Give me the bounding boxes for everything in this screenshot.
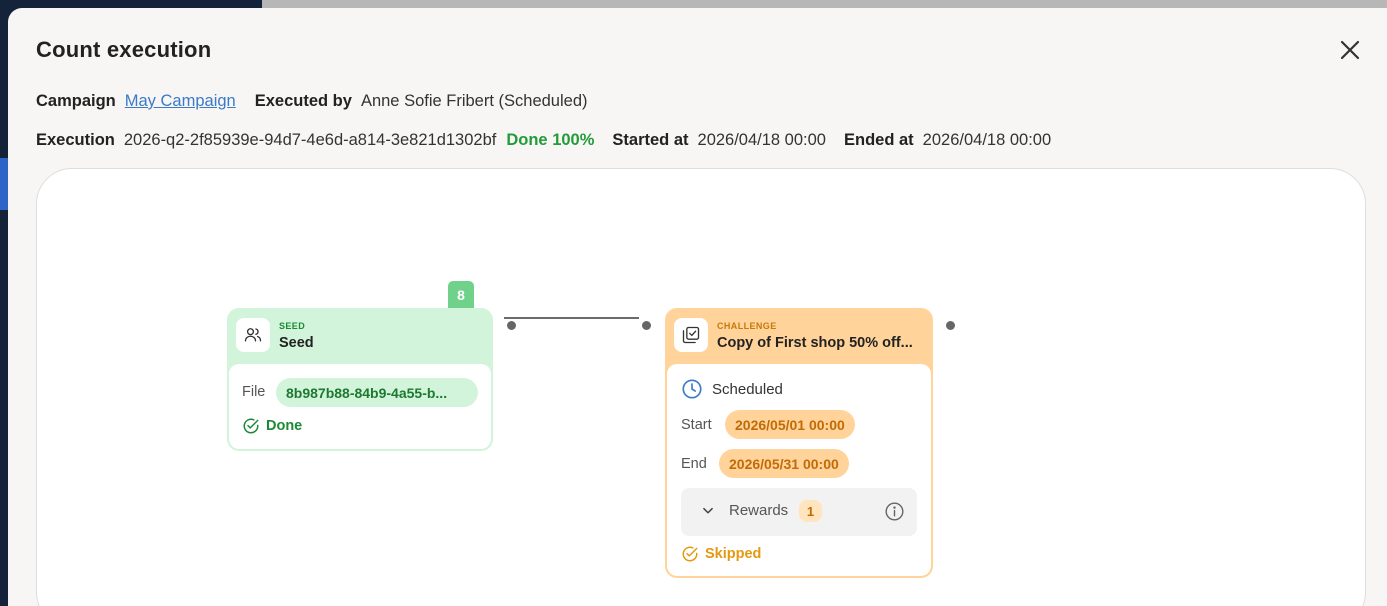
challenge-node-body: Scheduled Start 2026/05/01 00:00 End 202…: [667, 364, 931, 576]
end-label: End: [681, 456, 707, 472]
seed-node-kind: SEED: [279, 321, 306, 331]
started-at-label: Started at: [612, 131, 689, 149]
executed-by-label: Executed by: [254, 92, 352, 110]
schedule-label: Scheduled: [712, 380, 783, 398]
file-label: File: [242, 384, 266, 400]
seed-node-body: File 8b987b88-84b9-4a55-b... Done: [229, 364, 491, 449]
close-icon: [1340, 40, 1360, 60]
check-circle-icon: [243, 418, 259, 434]
seed-node[interactable]: SEED Seed File 8b987b88-84b9-4a55-b... D…: [227, 308, 493, 451]
modal-title: Count execution: [36, 37, 212, 62]
executed-by-value: Anne Sofie Fribert (Scheduled): [360, 92, 588, 110]
chevron-down-icon: [703, 507, 713, 514]
end-value-pill: 2026/05/31 00:00: [719, 449, 849, 478]
challenge-output-handle[interactable]: [946, 321, 955, 330]
checklist-icon: [674, 318, 708, 352]
start-label: Start: [681, 417, 712, 433]
schedule-row: Scheduled: [681, 378, 783, 400]
challenge-node-kind: CHALLENGE: [717, 321, 777, 331]
campaign-label: Campaign: [36, 92, 116, 110]
ended-at-label: Ended at: [843, 131, 914, 149]
execution-id: 2026-q2-2f85939e-94d7-4e6d-a814-3e821d13…: [123, 131, 497, 149]
seed-count-badge: 8: [448, 281, 474, 308]
started-at-value: 2026/04/18 00:00: [697, 131, 826, 149]
seed-node-name: Seed: [279, 335, 314, 351]
execution-label: Execution: [36, 131, 115, 149]
info-icon[interactable]: [884, 501, 905, 522]
challenge-node[interactable]: CHALLENGE Copy of First shop 50% off... …: [665, 308, 933, 578]
challenge-node-name: Copy of First shop 50% off...: [717, 335, 913, 351]
seed-node-header: SEED Seed: [229, 310, 491, 364]
rewards-accordion[interactable]: Rewards 1: [681, 488, 917, 536]
rewards-count-badge: 1: [799, 500, 822, 522]
file-value-pill: 8b987b88-84b9-4a55-b...: [276, 378, 478, 407]
rewards-label: Rewards: [729, 502, 789, 519]
flow-edge: [504, 317, 639, 319]
check-circle-icon: [682, 546, 698, 562]
execution-status: Done 100%: [506, 131, 595, 149]
seed-status: Done: [242, 417, 302, 435]
challenge-input-handle[interactable]: [642, 321, 651, 330]
challenge-status-label: Skipped: [705, 546, 762, 562]
start-value-pill: 2026/05/01 00:00: [725, 410, 855, 439]
meta-row-campaign: Campaign May Campaign Executed by Anne S…: [36, 92, 606, 111]
close-button[interactable]: [1338, 38, 1362, 62]
ended-at-value: 2026/04/18 00:00: [922, 131, 1052, 149]
campaign-link[interactable]: May Campaign: [125, 92, 236, 111]
clock-icon: [682, 379, 702, 399]
challenge-node-header: CHALLENGE Copy of First shop 50% off...: [667, 310, 931, 364]
backdrop-sidebar-active-item: [0, 158, 8, 210]
seed-status-label: Done: [266, 418, 303, 434]
challenge-status: Skipped: [681, 545, 761, 563]
seed-output-handle[interactable]: [507, 321, 516, 330]
backdrop-topbar: [262, 0, 1387, 8]
users-icon: [236, 318, 270, 352]
meta-row-execution: Execution 2026-q2-2f85939e-94d7-4e6d-a81…: [36, 131, 1069, 150]
